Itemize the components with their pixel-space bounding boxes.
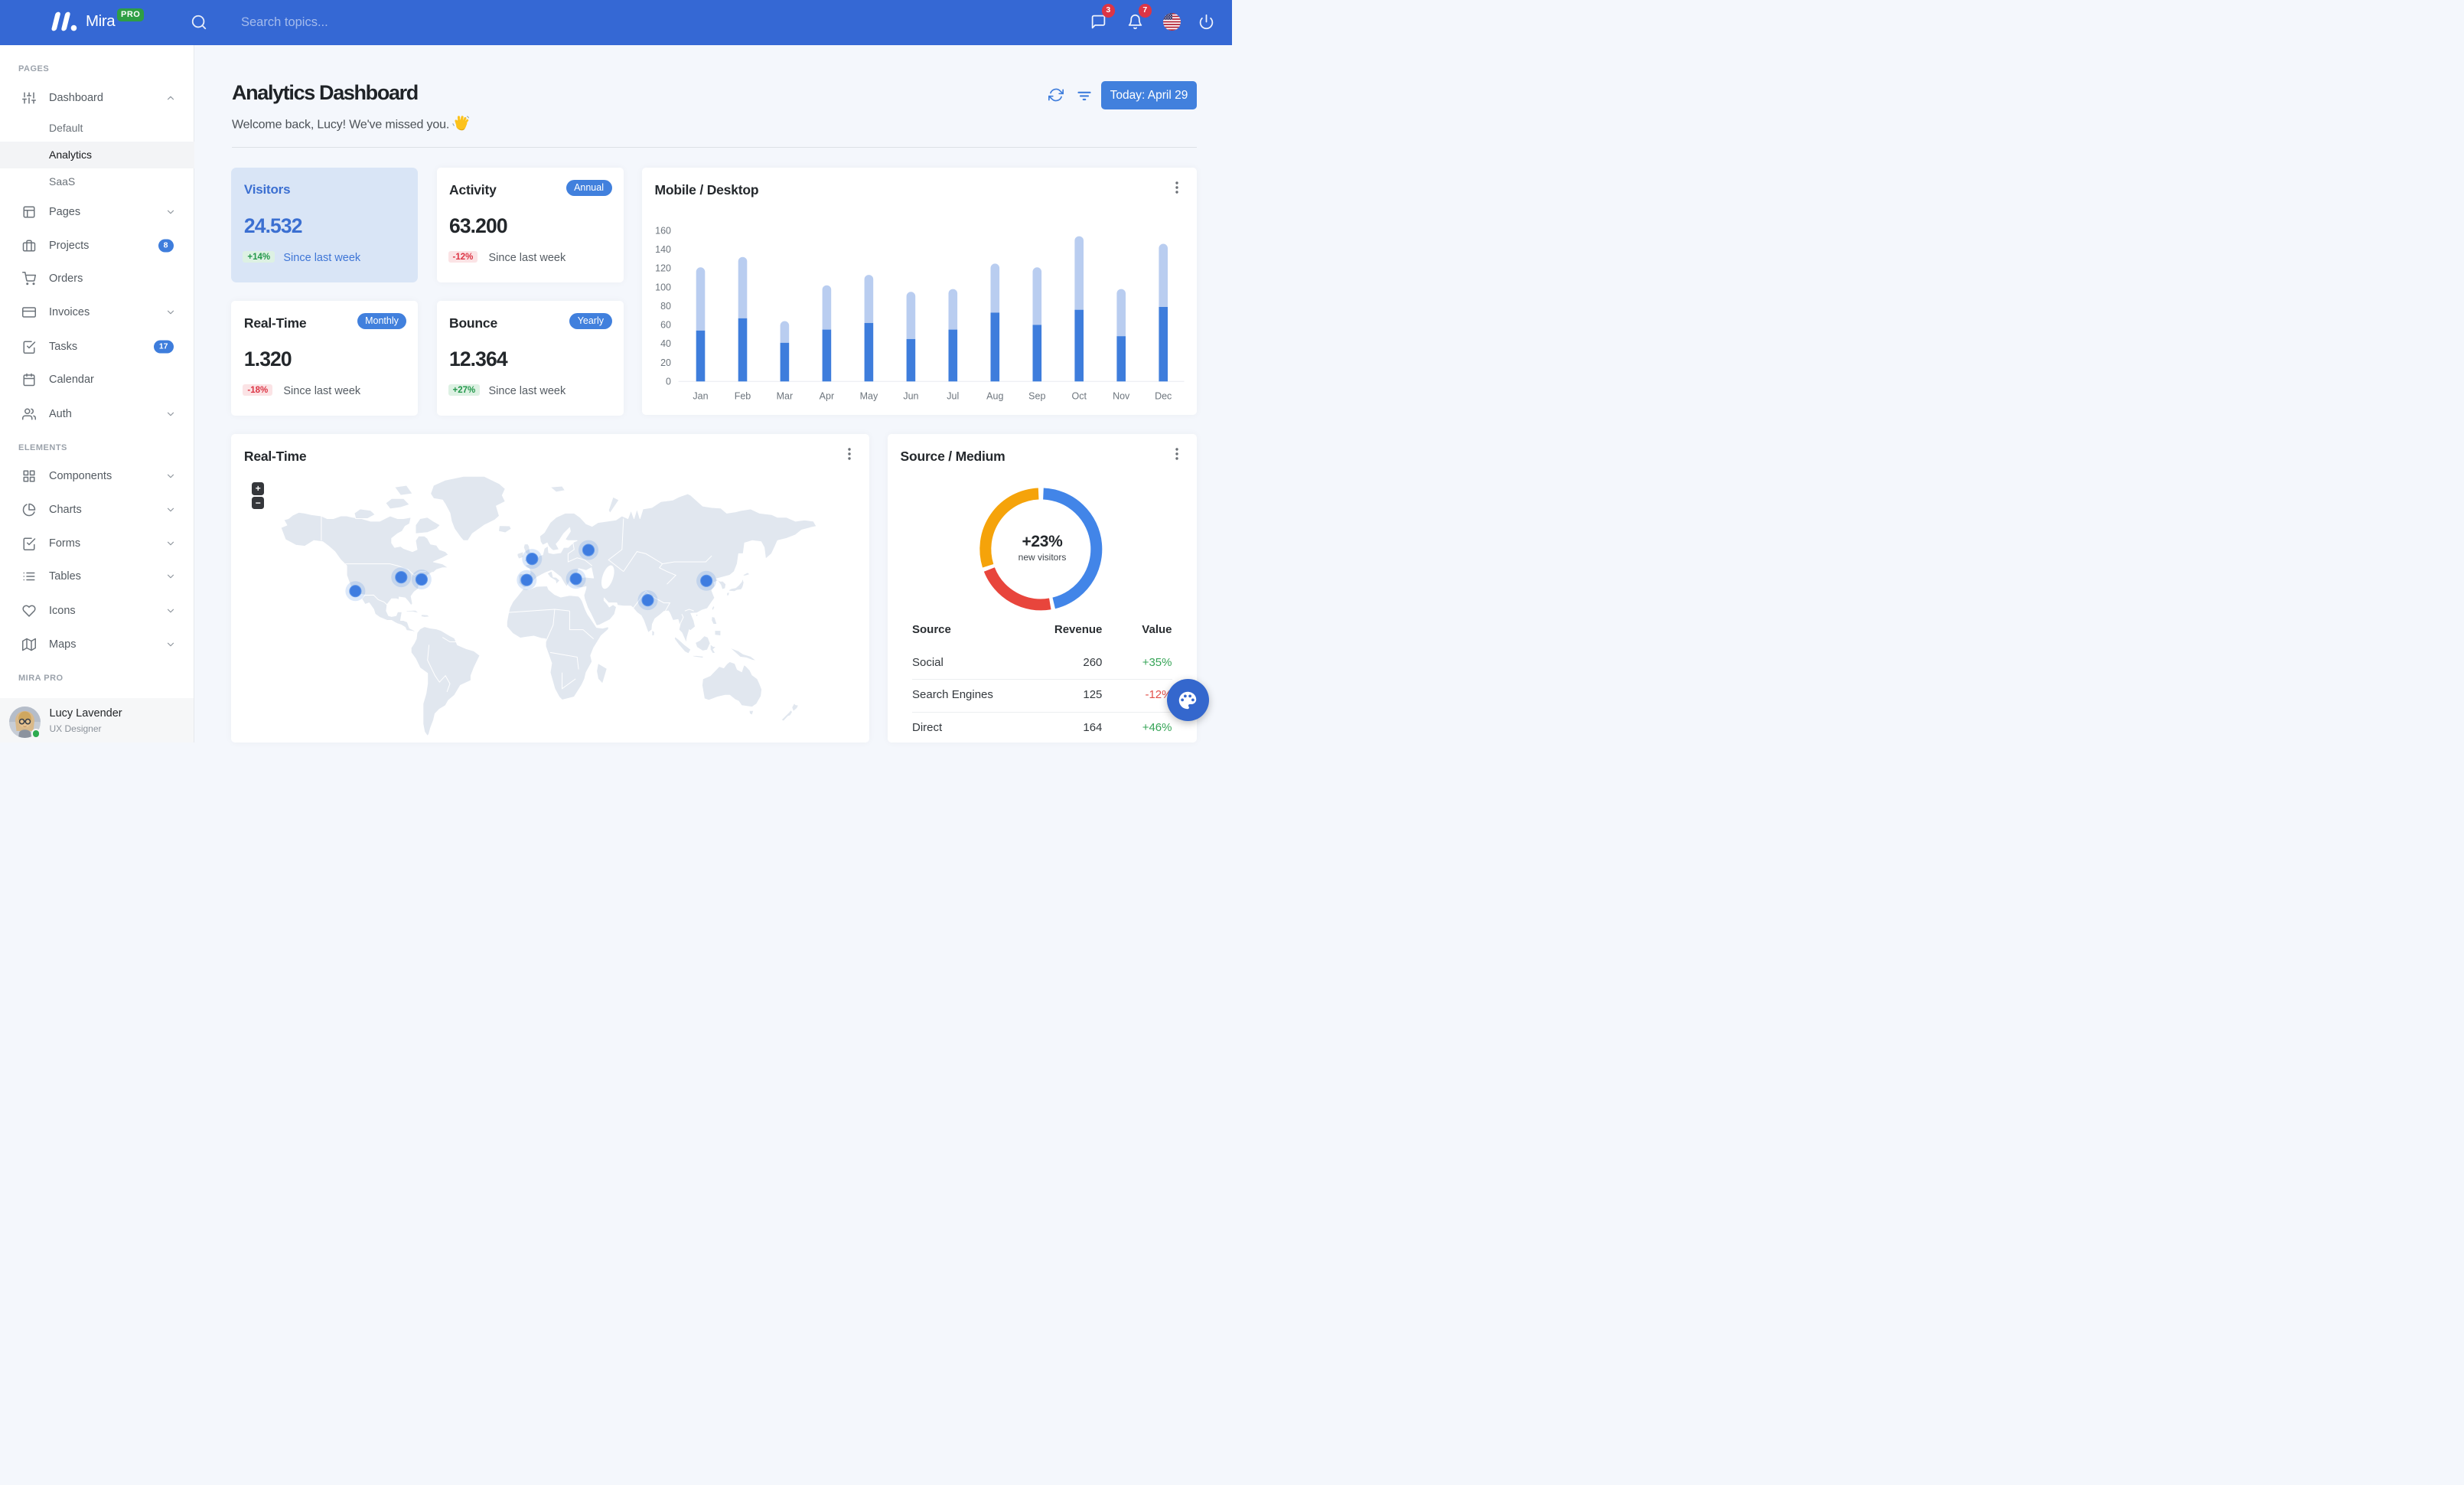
svg-text:Apr: Apr: [820, 391, 834, 402]
svg-text:0: 0: [666, 377, 671, 387]
svg-text:Dec: Dec: [1155, 391, 1172, 402]
svg-text:Nov: Nov: [1113, 391, 1130, 402]
svg-text:60: 60: [660, 320, 671, 331]
svg-text:140: 140: [655, 244, 671, 255]
svg-text:80: 80: [660, 301, 671, 312]
svg-text:120: 120: [655, 263, 671, 274]
svg-text:40: 40: [660, 338, 671, 349]
svg-text:Feb: Feb: [735, 391, 751, 402]
svg-text:Mar: Mar: [777, 391, 794, 402]
svg-text:Aug: Aug: [986, 391, 1003, 402]
svg-text:160: 160: [655, 226, 671, 237]
svg-text:Sep: Sep: [1028, 391, 1045, 402]
svg-text:100: 100: [655, 282, 671, 292]
svg-text:May: May: [860, 391, 878, 402]
svg-text:Jan: Jan: [693, 391, 708, 402]
svg-text:Jun: Jun: [903, 391, 918, 402]
svg-text:20: 20: [660, 357, 671, 368]
svg-text:Oct: Oct: [1071, 391, 1087, 402]
svg-text:Jul: Jul: [947, 391, 959, 402]
